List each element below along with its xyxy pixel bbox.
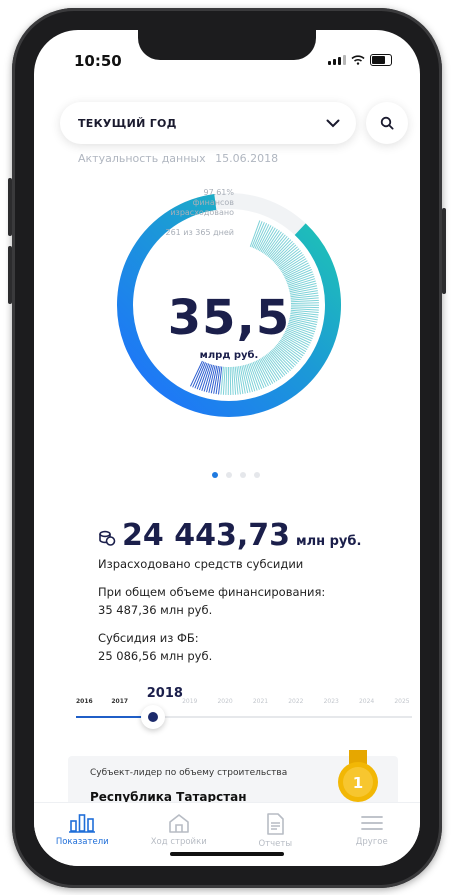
notch (138, 30, 316, 60)
actuality-label: Актуальность данных (78, 152, 206, 165)
period-select[interactable]: ТЕКУЩИЙ ГОД (60, 102, 356, 144)
year-label[interactable]: 2020 (217, 698, 232, 705)
fb-value: 25 086,56 млн руб. (98, 649, 213, 663)
total-label: При общем объеме финансирования: (98, 585, 326, 599)
year-label[interactable]: 2021 (253, 698, 268, 705)
leader-caption: Субъект-лидер по объему строительства (90, 768, 288, 778)
house-icon (168, 814, 189, 833)
phone-side-button (8, 178, 12, 236)
page-dot[interactable] (226, 472, 232, 478)
year-label[interactable]: 2024 (359, 698, 374, 705)
spent-caption-1: финансов (192, 198, 234, 207)
year-label[interactable]: 2017 (111, 698, 128, 705)
year-slider[interactable]: 2016 2017 2018 2019 2020 2021 2022 2023 2024 2025 (76, 682, 412, 732)
tab-indicators[interactable]: Показатели (42, 813, 122, 866)
year-label[interactable]: 2016 (76, 698, 93, 705)
tab-bar: Показатели Ход стройки Отчеты Другое (34, 802, 420, 866)
day-tick (249, 220, 261, 247)
day-tick (225, 366, 228, 395)
days-note: 261 из 365 дней (134, 228, 234, 238)
days-count: 261 из 365 дней (165, 228, 234, 237)
app-screen: 10:50 ТЕКУЩИЙ ГОД Актуальность данных 15… (34, 30, 420, 866)
menu-icon (360, 816, 383, 830)
slider-handle[interactable] (140, 705, 165, 729)
year-label[interactable]: 2022 (288, 698, 303, 705)
coins-icon (99, 530, 116, 546)
battery-icon (370, 54, 392, 66)
day-tick (222, 366, 226, 395)
day-tick (229, 366, 232, 395)
total-amount-unit: млрд руб. (199, 350, 259, 361)
spent-percent: 97.61% (203, 188, 234, 197)
day-tick (231, 366, 234, 395)
tab-label: Другое (355, 837, 388, 847)
total-amount: 35,5 (167, 290, 291, 346)
chevron-down-icon (326, 119, 340, 127)
total-value: 35 487,36 млн руб. (98, 603, 213, 617)
spent-label: Израсходовано средств субсидии (98, 557, 304, 571)
signal-icon (328, 55, 346, 65)
spent-value: 24 443,73 (122, 518, 290, 553)
medal-icon: 1 (338, 750, 378, 802)
tab-other[interactable]: Другое (332, 813, 412, 866)
status-time: 10:50 (74, 52, 122, 70)
phone-side-button (442, 208, 446, 294)
tab-label: Показатели (55, 837, 109, 847)
spending-stats: 24 443,73 млн руб. Израсходовано средств… (98, 518, 398, 663)
page-dot[interactable] (254, 472, 260, 478)
search-icon (380, 116, 394, 130)
wifi-icon (351, 55, 365, 65)
year-label[interactable]: 2023 (324, 698, 339, 705)
page-dot[interactable] (212, 472, 218, 478)
spent-note: 97.61% финансов израсходовано (144, 188, 234, 218)
year-label[interactable]: 2019 (182, 698, 197, 705)
page-indicator[interactable] (212, 472, 260, 478)
tab-construction[interactable]: Ход стройки (139, 813, 219, 866)
status-icons (328, 54, 392, 66)
year-label[interactable]: 2018 (147, 686, 183, 701)
page-dot[interactable] (240, 472, 246, 478)
tab-reports[interactable]: Отчеты (235, 813, 315, 866)
spent-unit: млн руб. (295, 534, 362, 549)
document-icon (267, 813, 285, 835)
spent-caption-2: израсходовано (170, 208, 234, 217)
bar-chart-icon (69, 814, 96, 833)
medal-text: 1 (353, 774, 363, 792)
period-select-label: ТЕКУЩИЙ ГОД (78, 116, 177, 130)
tab-label: Отчеты (258, 839, 293, 849)
day-tick (249, 363, 260, 390)
home-indicator (170, 852, 284, 856)
fb-label: Субсидия из ФБ: (98, 631, 199, 645)
data-actuality: Актуальность данных 15.06.2018 (78, 152, 278, 165)
search-button[interactable] (366, 102, 408, 144)
actuality-date: 15.06.2018 (215, 152, 279, 165)
tab-label: Ход стройки (150, 837, 207, 847)
phone-side-button (8, 246, 12, 304)
year-label[interactable]: 2025 (394, 698, 409, 705)
